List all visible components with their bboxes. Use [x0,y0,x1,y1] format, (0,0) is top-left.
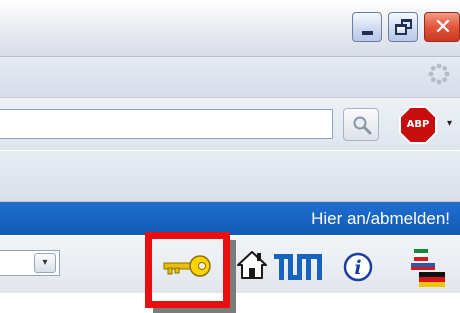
key-highlight-box [145,232,230,308]
loading-throbber-icon [428,63,450,85]
home-icon[interactable] [236,249,268,281]
search-button[interactable] [343,108,379,141]
info-icon[interactable]: i [343,252,373,282]
minimize-icon [362,31,373,35]
close-icon: ✕ [433,15,453,40]
highlight-shadow-bottom [153,308,236,313]
restore-icon [395,24,407,35]
minimize-button[interactable] [352,12,382,42]
close-button[interactable]: ✕ [424,12,460,42]
bookmarks-toolbar [0,151,460,202]
tum-logo-icon[interactable] [274,252,324,282]
search-input[interactable] [0,109,333,139]
magnifier-icon [353,116,372,135]
login-link[interactable]: Hier an/abmelden! [210,203,450,234]
adblock-plus-label: ABP [406,119,430,130]
dropdown-arrow-button[interactable]: ▾ [34,253,56,273]
restore-button[interactable] [388,12,418,42]
svg-text:i: i [354,257,361,279]
highlight-shadow [230,240,236,313]
language-flag-icon[interactable] [405,247,447,287]
navigation-bar [0,57,460,98]
adblock-menu-arrow[interactable]: ▾ [447,118,452,129]
